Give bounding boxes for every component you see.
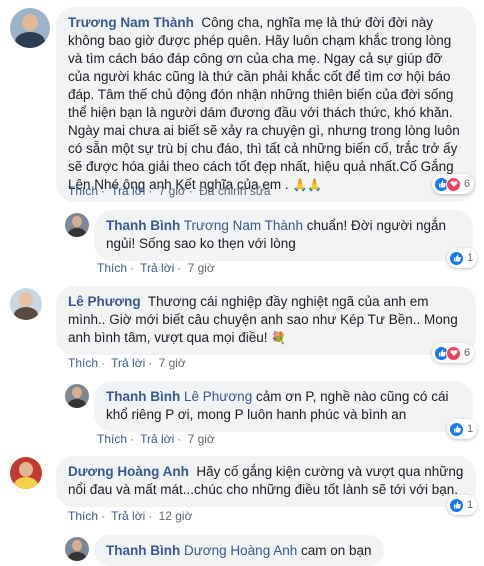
tagged-user[interactable]: Lê Phương [184,389,252,404]
reaction-count: 1 [467,499,474,511]
comment-actions: Thích · Trả lời · 12 giờ [68,509,193,523]
comment-time[interactable]: 7 giờ [159,356,186,370]
tagged-user[interactable]: Dương Hoàng Anh [184,543,297,558]
tagged-user[interactable]: Trương Nam Thành [184,218,303,233]
comment-time[interactable]: 7 giờ [188,261,215,275]
comment-actions: Thích · Trả lời · 7 giờ [68,356,186,370]
comment-author[interactable]: Thanh Bình [106,543,180,558]
comment-bubble: Dương Hoàng Anh Hãy cố gắng kiện cường v… [56,456,476,507]
reply-bubble: Thanh Bình Dương Hoàng Anh cam on bạn [94,535,384,566]
like-button[interactable]: Thích [97,261,127,275]
reaction-summary[interactable]: 1 [447,248,478,268]
pray-emoji-icon: 🙏🙏 [292,178,323,192]
reaction-summary[interactable]: 1 [447,495,478,515]
comment-author[interactable]: Lê Phương [68,294,141,309]
comment-actions: Thích · Trả lời · 7 giờ [97,432,215,446]
reply-bubble: Thanh Bình Lê Phương cảm ơn P, nghề nào … [94,381,473,432]
reaction-count: 1 [467,252,474,264]
avatar[interactable] [65,384,89,408]
comment-author[interactable]: Thanh Bình [106,218,180,233]
reply-button[interactable]: Trả lời [111,184,145,198]
reaction-summary[interactable]: 6 [432,174,475,194]
like-button[interactable]: Thích [68,184,98,198]
comment-author[interactable]: Trương Nam Thành [68,15,194,30]
reaction-count: 1 [467,423,474,435]
comment-time[interactable]: 12 giờ [159,509,193,523]
like-button[interactable]: Thích [97,432,127,446]
edited-label[interactable]: Đã chỉnh sửa [199,184,270,198]
flowers-emoji-icon: 💐 [271,331,287,345]
reaction-summary[interactable]: 6 [432,343,475,363]
comment-actions: Thích · Trả lời · 7 giờ · Đã chỉnh sửa [68,184,271,198]
reply-bubble: Thanh Bình Trương Nam Thành chuẩn! Đời n… [94,210,473,261]
avatar[interactable] [65,537,89,561]
comment-bubble: Lê Phương Thương cái nghiệp đầy nghiệt n… [56,286,476,355]
comment-text: cam on bạn [301,543,372,558]
love-reaction-icon [446,345,461,361]
love-reaction-icon [446,176,461,192]
reaction-summary[interactable]: 1 [447,419,478,439]
comment-time[interactable]: 7 giờ [188,432,215,446]
like-button[interactable]: Thích [68,509,98,523]
like-reaction-icon [449,421,464,437]
comment-author[interactable]: Dương Hoàng Anh [68,464,189,479]
comment-text: Công cha, nghĩa mẹ là thứ đời đời này kh… [68,15,460,192]
reaction-count: 6 [464,178,471,190]
comment-actions: Thích · Trả lời · 7 giờ [97,261,215,275]
avatar[interactable] [10,288,42,320]
like-reaction-icon [449,250,464,266]
avatar[interactable] [10,8,50,48]
like-button[interactable]: Thích [68,356,98,370]
reaction-count: 6 [464,347,471,359]
reply-button[interactable]: Trả lời [111,509,145,523]
like-reaction-icon [449,497,464,513]
comment-time[interactable]: 7 giờ [159,184,186,198]
avatar[interactable] [10,457,42,489]
avatar[interactable] [65,213,89,237]
reply-button[interactable]: Trả lời [140,432,174,446]
reply-button[interactable]: Trả lời [140,261,174,275]
reply-button[interactable]: Trả lời [111,356,145,370]
comment-author[interactable]: Thanh Bình [106,389,180,404]
comment-bubble: Trương Nam Thành Công cha, nghĩa mẹ là t… [56,7,476,202]
